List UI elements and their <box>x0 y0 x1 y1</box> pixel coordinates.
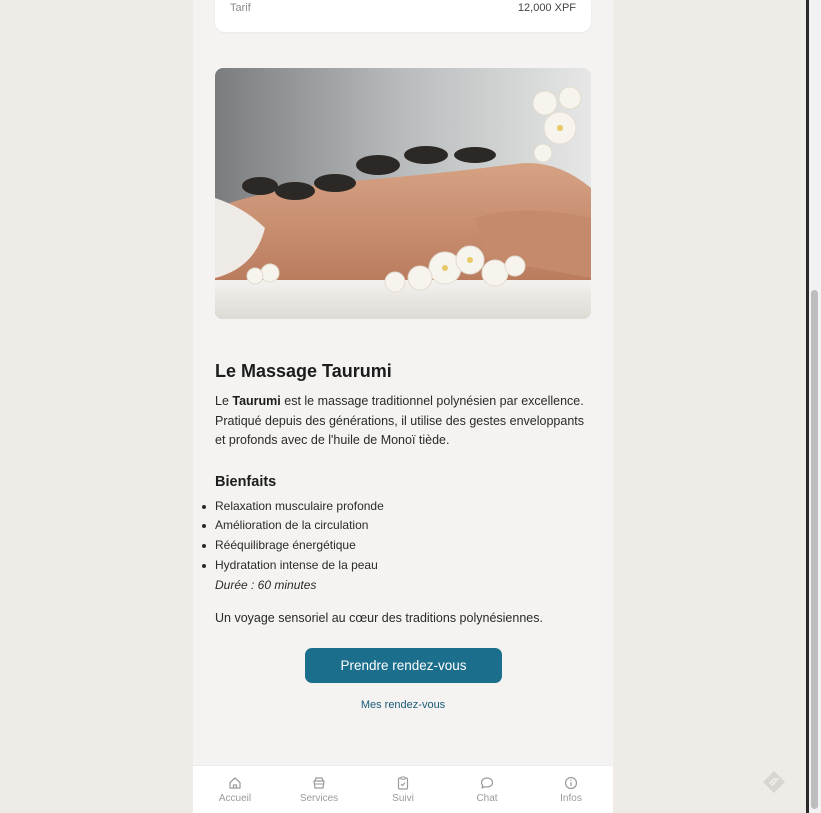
tab-label: Suivi <box>392 793 414 804</box>
tab-accueil[interactable]: Accueil <box>193 766 277 813</box>
tarif-value: 12,000 XPF <box>517 2 576 14</box>
list-item: Rééquilibrage énergétique <box>202 536 595 556</box>
tab-label: Chat <box>476 793 498 804</box>
my-appointments-link[interactable]: Mes rendez-vous <box>193 699 613 711</box>
duration-text: Durée : 60 minutes <box>215 577 317 592</box>
tab-label: Accueil <box>218 793 252 804</box>
article: Le Massage Taurumi Le Taurumi est le mas… <box>202 358 595 628</box>
article-intro: Le Taurumi est le massage traditionnel p… <box>215 392 595 451</box>
mobile-screen: Tarif 12,000 XPF Le Massage Taurumi Le T… <box>193 0 613 813</box>
tab-infos[interactable]: Infos <box>529 766 613 813</box>
article-outro: Un voyage sensoriel au cœur des traditio… <box>215 610 543 625</box>
scrollbar-thumb[interactable] <box>811 290 818 809</box>
chat-icon <box>480 777 494 789</box>
benefits-list: Relaxation musculaire profonde Améliorat… <box>202 497 595 576</box>
debug-tool-icon[interactable] <box>761 769 787 795</box>
intro-prefix: Le <box>215 394 233 408</box>
tab-services[interactable]: Services <box>277 766 361 813</box>
intro-bold: Taurumi <box>232 394 281 408</box>
home-icon <box>229 777 241 789</box>
info-icon <box>564 776 578 790</box>
book-appointment-button[interactable]: Prendre rendez-vous <box>305 648 502 683</box>
list-item: Relaxation musculaire profonde <box>202 497 595 517</box>
tarif-card: Tarif 12,000 XPF <box>215 0 591 32</box>
tarif-label: Tarif <box>230 2 251 14</box>
tab-label: Services <box>299 793 339 804</box>
tab-label: Infos <box>560 793 582 804</box>
tab-suivi[interactable]: Suivi <box>361 766 445 813</box>
benefits-title: Bienfaits <box>215 473 277 490</box>
bottom-tab-bar: Accueil Services Suivi Chat Infos <box>193 765 613 813</box>
list-item: Amélioration de la circulation <box>202 516 595 536</box>
services-icon <box>313 777 325 789</box>
clipboard-icon <box>397 776 409 790</box>
list-item: Hydratation intense de la peau <box>202 556 595 576</box>
tab-chat[interactable]: Chat <box>445 766 529 813</box>
massage-photo <box>215 68 591 319</box>
article-title: Le Massage Taurumi <box>215 361 392 381</box>
